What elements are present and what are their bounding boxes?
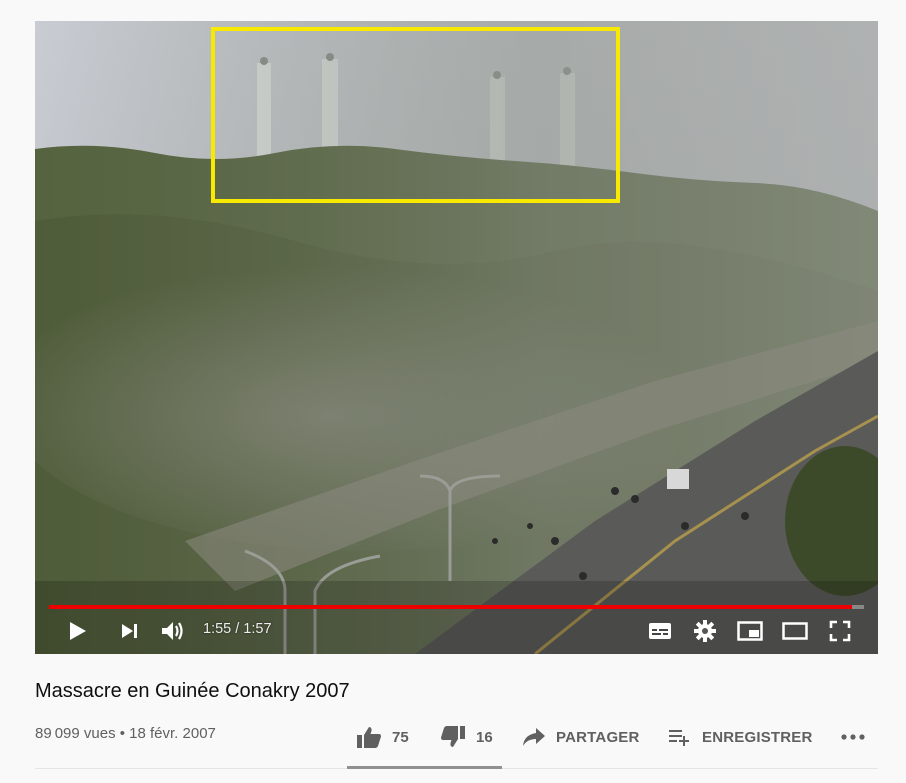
settings-button[interactable]: [692, 617, 718, 645]
video-title: Massacre en Guinée Conakry 2007: [35, 680, 350, 702]
video-meta: 89 099 vues • 18 févr. 2007: [35, 725, 216, 742]
highlight-box: [211, 27, 620, 203]
save-button[interactable]: ENREGISTRER: [668, 724, 813, 750]
progress-bar[interactable]: [49, 605, 864, 609]
fullscreen-button[interactable]: [827, 617, 853, 645]
thumbs-down-icon: [441, 726, 465, 747]
like-button[interactable]: 75: [356, 724, 409, 750]
time-display: 1:55 / 1:57: [203, 621, 272, 637]
next-icon: [122, 624, 137, 638]
theater-icon: [782, 622, 808, 640]
miniplayer-icon: [737, 621, 763, 641]
add-to-playlist-icon: [669, 730, 689, 746]
save-label: ENREGISTRER: [702, 728, 813, 746]
progress-played: [49, 605, 852, 609]
gear-icon: [694, 620, 716, 642]
theater-button[interactable]: [781, 617, 809, 645]
sentiment-bar: [347, 766, 502, 769]
next-button[interactable]: [117, 617, 143, 645]
share-button[interactable]: PARTAGER: [522, 724, 640, 750]
volume-icon: [162, 622, 183, 640]
share-icon: [523, 728, 545, 746]
play-button[interactable]: [65, 617, 91, 645]
miniplayer-button[interactable]: [736, 617, 764, 645]
subtitles-button[interactable]: [647, 617, 673, 645]
thumbs-up-icon: [357, 727, 381, 748]
volume-button[interactable]: [159, 617, 187, 645]
more-actions-button[interactable]: [840, 724, 866, 750]
subtitles-icon: [649, 623, 671, 639]
share-label: PARTAGER: [556, 728, 640, 746]
more-icon: [841, 734, 865, 740]
video-player[interactable]: 1:55 / 1:57: [35, 21, 878, 654]
play-icon: [70, 622, 86, 640]
like-count: 75: [392, 728, 409, 746]
dislike-count: 16: [476, 728, 493, 746]
dislike-button[interactable]: 16: [440, 724, 493, 750]
fullscreen-icon: [829, 620, 851, 642]
